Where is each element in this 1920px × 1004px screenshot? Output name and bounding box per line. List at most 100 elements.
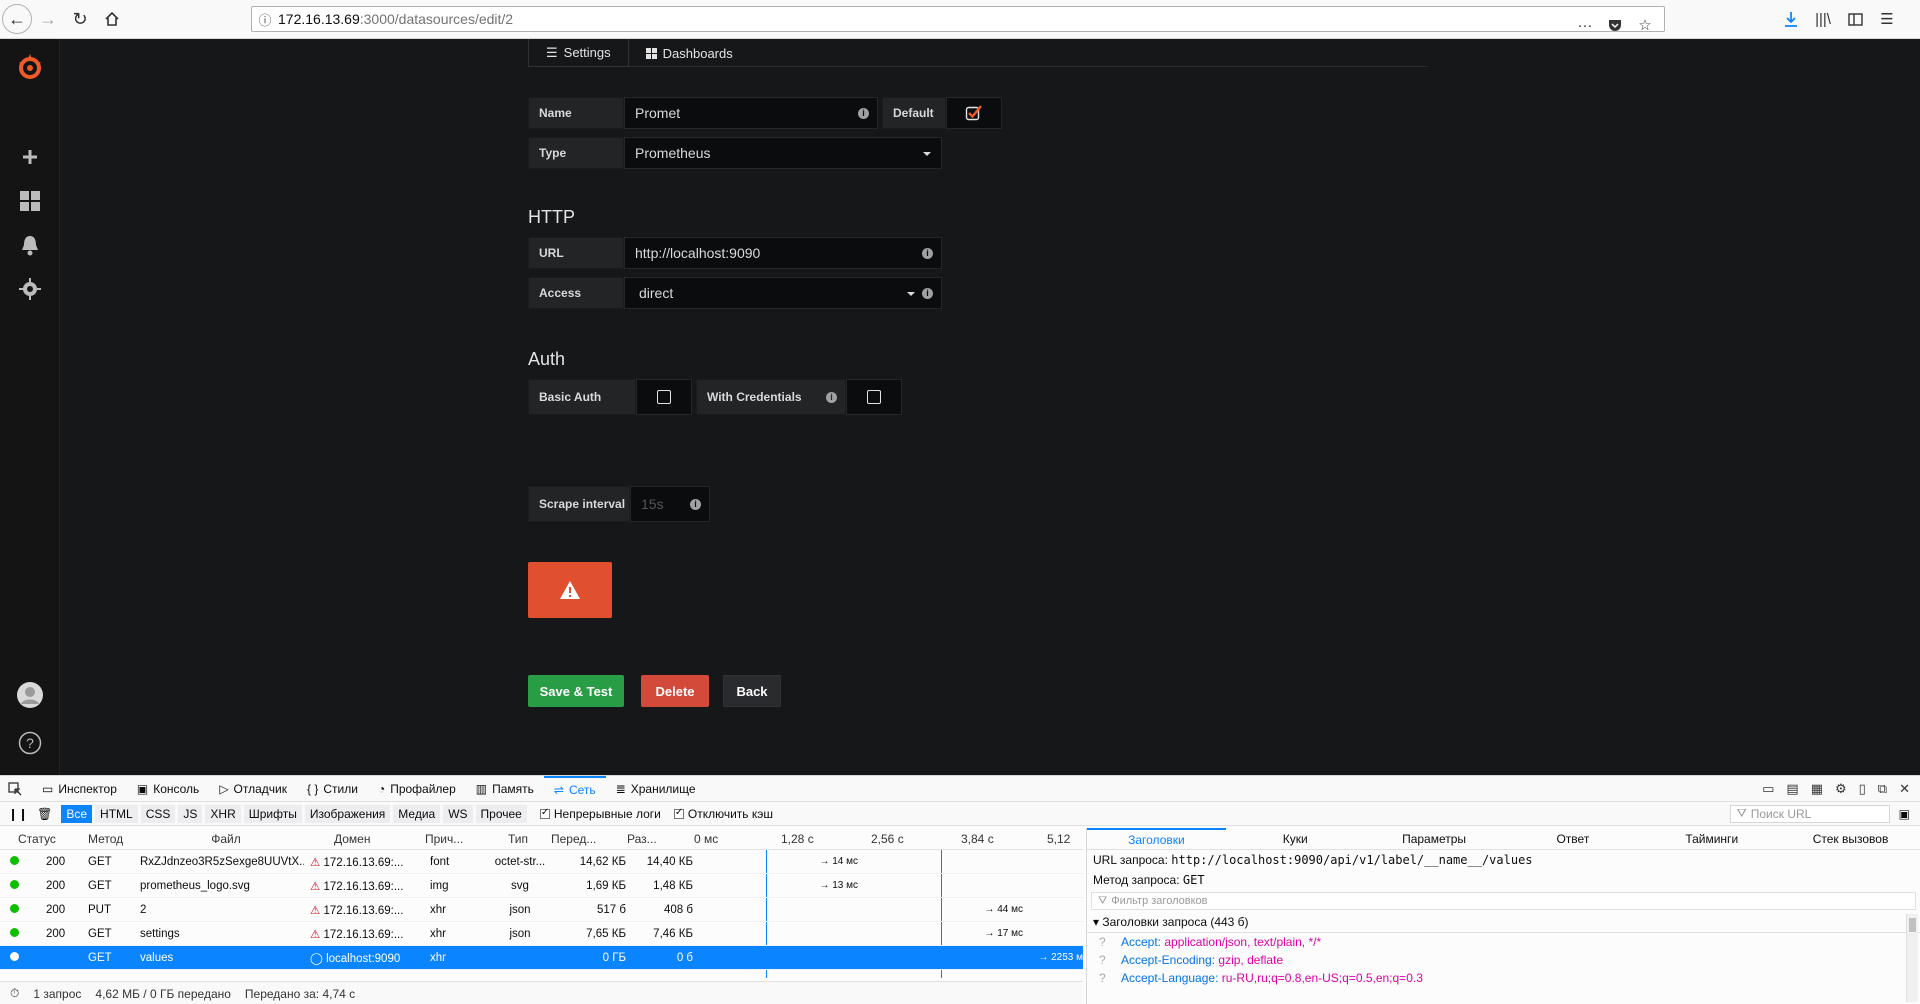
filter-ws[interactable]: WS	[443, 804, 473, 823]
default-checkbox[interactable]	[946, 97, 1002, 129]
with-credentials-checkbox[interactable]	[846, 379, 902, 415]
tab-response[interactable]: Ответ	[1503, 828, 1642, 849]
tab-styles[interactable]: { } Стили	[297, 776, 368, 802]
responsive-icon[interactable]: ▭	[1762, 781, 1774, 797]
undock-icon[interactable]: ⧉	[1878, 781, 1887, 797]
url-search-input[interactable]: ⛛ Поиск URL	[1729, 804, 1890, 823]
home-button[interactable]	[96, 3, 128, 35]
access-select[interactable]: direct i	[624, 277, 942, 309]
toggle-sidebar-icon[interactable]: ▣	[1899, 807, 1910, 821]
delete-button[interactable]: Delete	[641, 675, 709, 707]
tab-headers[interactable]: Заголовки	[1087, 828, 1226, 849]
name-input[interactable]: Promet i	[624, 97, 878, 129]
grafana-logo-icon[interactable]	[16, 53, 44, 81]
split-console-icon[interactable]: ▤	[1786, 781, 1798, 797]
type-select[interactable]: Prometheus	[624, 137, 942, 169]
filter-js[interactable]: JS	[178, 804, 203, 823]
col-size[interactable]: Раз...	[621, 832, 688, 846]
scrollbar-thumb[interactable]	[1909, 918, 1916, 932]
url-input[interactable]: http://localhost:9090 i	[624, 237, 942, 269]
tab-network[interactable]: ⇌ Сеть	[543, 775, 606, 802]
header-filter-input[interactable]: ⛛ Фильтр заголовков	[1091, 892, 1916, 910]
info-icon[interactable]: i	[922, 288, 933, 299]
tab-dashboards[interactable]: Dashboards	[629, 39, 750, 67]
pick-element-button[interactable]	[0, 776, 32, 802]
tab-profiler[interactable]: ◔ Профайлер	[368, 776, 466, 802]
globe-icon: ◯	[310, 952, 323, 965]
info-icon[interactable]: i	[922, 248, 933, 259]
tab-memory[interactable]: ▥ Память	[466, 776, 544, 802]
table-row-selected[interactable]: GET values ◯ localhost:9090 xhr 0 ГБ 0 б…	[0, 946, 1083, 970]
request-headers-section[interactable]: ▾ Заголовки запроса (443 б)	[1087, 912, 1920, 933]
back-button[interactable]: ←	[2, 4, 32, 34]
tab-storage[interactable]: ≣ Хранилище	[606, 776, 706, 802]
trash-icon[interactable]: 🗑	[37, 807, 52, 821]
forward-button[interactable]: →	[32, 3, 64, 35]
basic-auth-checkbox[interactable]	[636, 379, 692, 415]
back-button-grafana[interactable]: Back	[723, 675, 781, 707]
settings-gear-icon[interactable]: ⚙	[1835, 781, 1847, 797]
pause-icon[interactable]: ❙❙	[8, 807, 28, 821]
request-method-line: Метод запроса: GET	[1087, 870, 1920, 890]
tab-params[interactable]: Параметры	[1365, 828, 1504, 849]
downloads-icon[interactable]	[1780, 4, 1802, 34]
url-host: 172.16.13.69	[278, 11, 360, 27]
tab-inspector[interactable]: ▭ Инспектор	[32, 776, 127, 802]
filter-fonts[interactable]: Шрифты	[243, 804, 302, 823]
bell-icon[interactable]	[16, 231, 44, 259]
col-status[interactable]: Статус	[0, 832, 82, 846]
reload-button[interactable]: ↻	[64, 3, 96, 35]
table-row[interactable]: 200 GET prometheus_logo.svg ⚠ 172.16.13.…	[0, 874, 1083, 898]
tab-settings[interactable]: ☰ Settings	[528, 39, 629, 67]
table-row[interactable]: 200 GET RxZJdnzeo3R5zSexge8UUVtX... ⚠ 17…	[0, 850, 1083, 874]
persist-logs-checkbox[interactable]: Непрерывные логи	[539, 807, 661, 821]
filter-other[interactable]: Прочее	[475, 804, 527, 823]
info-icon[interactable]: i	[690, 499, 701, 510]
col-transferred[interactable]: Перед...	[545, 832, 621, 846]
scrollbar[interactable]	[1906, 914, 1918, 1002]
sidebar-toggle-icon[interactable]	[1844, 4, 1866, 34]
page-actions-icon[interactable]: ···	[1574, 12, 1596, 38]
plus-icon[interactable]	[16, 143, 44, 171]
dashboards-icon[interactable]	[16, 187, 44, 215]
bookmark-star-icon[interactable]: ☆	[1634, 12, 1656, 38]
tab-cookies[interactable]: Куки	[1226, 828, 1365, 849]
col-domain[interactable]: Домен	[304, 832, 419, 846]
pocket-icon[interactable]	[1604, 12, 1626, 38]
col-cause[interactable]: Прич...	[419, 832, 485, 846]
filter-xhr[interactable]: XHR	[205, 804, 241, 823]
col-method[interactable]: Метод	[82, 832, 142, 846]
filter-html[interactable]: HTML	[95, 804, 138, 823]
col-type[interactable]: Тип	[485, 832, 545, 846]
tab-console[interactable]: ▣ Консоль	[127, 776, 209, 802]
tab-debugger[interactable]: ▷ Отладчик	[209, 776, 297, 802]
filter-all[interactable]: Все	[61, 804, 93, 823]
table-row[interactable]: 200 PUT 2 ⚠ 172.16.13.69:... xhr json 51…	[0, 898, 1083, 922]
screenshot-icon[interactable]: ▦	[1811, 781, 1823, 797]
tab-stack-trace[interactable]: Стек вызовов	[1781, 828, 1920, 849]
filter-media[interactable]: Медиа	[393, 804, 441, 823]
library-icon[interactable]: |||\	[1812, 4, 1834, 34]
row-transferred: 0 ГБ	[602, 951, 626, 964]
table-row[interactable]: 200 GET settings ⚠ 172.16.13.69:... xhr …	[0, 922, 1083, 946]
filter-css[interactable]: CSS	[140, 804, 176, 823]
disable-cache-checkbox[interactable]: Отключить кэш	[673, 807, 773, 821]
user-avatar-icon[interactable]	[16, 681, 44, 709]
header-row: ? Accept: application/json, text/plain, …	[1087, 933, 1920, 951]
info-icon[interactable]: i	[826, 392, 837, 403]
address-bar[interactable]: ⓘ 172.16.13.69:3000/datasources/edit/2 ·…	[251, 6, 1665, 34]
performance-icon[interactable]: ⏱	[10, 986, 19, 1001]
help-icon[interactable]: ?	[16, 729, 44, 757]
col-file[interactable]: Файл	[142, 832, 304, 846]
scrape-input[interactable]: 15s i	[630, 486, 710, 522]
gear-icon[interactable]	[16, 275, 44, 303]
filter-images[interactable]: Изображения	[304, 804, 391, 823]
row-transferred: 14,62 КБ	[579, 855, 626, 868]
info-icon[interactable]: ⓘ	[252, 10, 278, 29]
tab-timings[interactable]: Тайминги	[1642, 828, 1781, 849]
save-test-button[interactable]: Save & Test	[528, 675, 624, 707]
info-icon[interactable]: i	[858, 108, 869, 119]
hamburger-menu-icon[interactable]: ☰	[1876, 4, 1898, 34]
close-icon[interactable]: ✕	[1899, 781, 1910, 797]
dock-side-icon[interactable]: ▯	[1859, 781, 1866, 797]
